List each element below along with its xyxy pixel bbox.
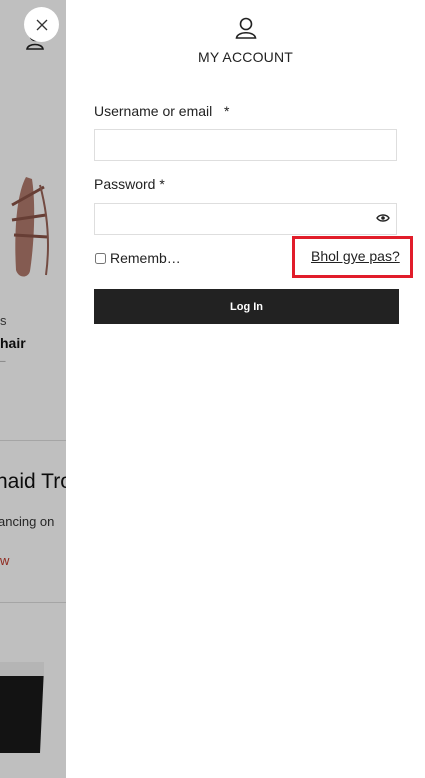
forgot-password-link[interactable]: Bhol gye pas?: [311, 248, 400, 264]
username-label: Username or email *: [94, 103, 229, 119]
password-label: Password *: [94, 176, 165, 192]
remember-me[interactable]: Rememb…: [94, 250, 181, 266]
required-marker: *: [159, 176, 165, 192]
close-icon: [36, 19, 47, 30]
user-icon: [235, 17, 257, 39]
eye-icon[interactable]: [376, 213, 390, 223]
password-input[interactable]: [94, 203, 397, 235]
account-drawer: MY ACCOUNT Username or email * Password …: [66, 0, 425, 778]
required-marker: *: [223, 103, 230, 119]
username-label-text: Username or email: [94, 103, 213, 119]
remember-checkbox[interactable]: [95, 252, 106, 264]
close-button[interactable]: [24, 7, 59, 42]
login-button[interactable]: Log In: [94, 289, 399, 324]
remember-label: Rememb…: [110, 250, 181, 266]
username-input[interactable]: [94, 129, 397, 161]
page-title: MY ACCOUNT: [197, 49, 294, 65]
password-label-text: Password: [94, 176, 156, 192]
